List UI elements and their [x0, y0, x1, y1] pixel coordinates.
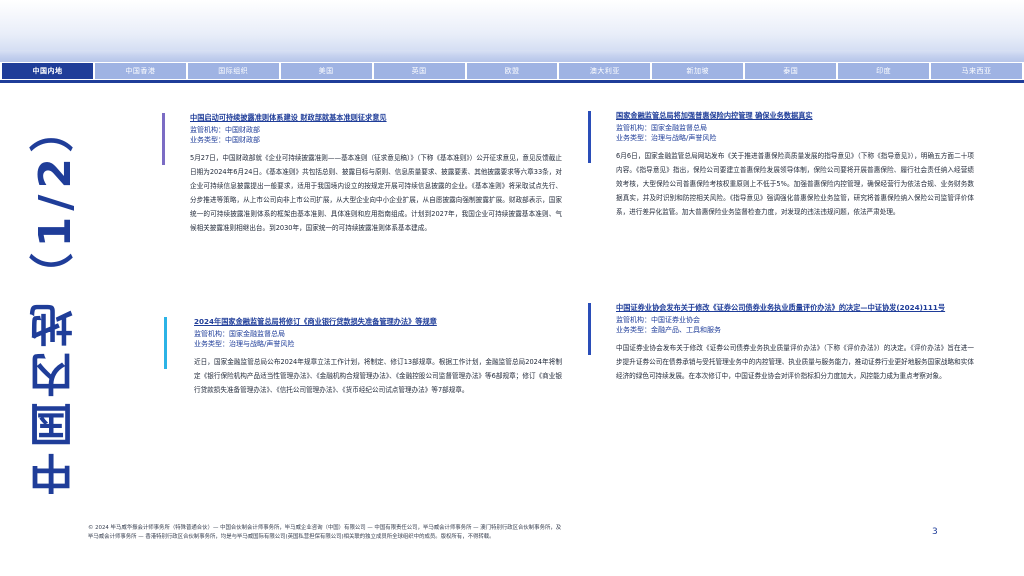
tab-eu[interactable]: 欧盟 — [466, 63, 558, 79]
section-title-text: 中国内地（1/2） — [30, 102, 81, 498]
tab-thailand[interactable]: 泰国 — [745, 63, 837, 79]
footer-line-1: © 2024 毕马威华振会计师事务所（特殊普通合伙）— 中国合伙制会计师事务所，… — [88, 525, 562, 531]
card-business-type: 业务类型：治理与战略/声誉风险 — [616, 134, 717, 142]
header-band — [0, 0, 1024, 62]
news-card-2: 国家金融监管总局将加强普惠保险内控管理 确保业务数据真实 监管机构：国家金融监督… — [588, 111, 988, 261]
section-title: 中国内地（1/2） — [16, 102, 96, 497]
tab-hong-kong[interactable]: 中国香港 — [94, 63, 186, 79]
accent-bar — [588, 303, 591, 355]
page-number: 3 — [932, 527, 938, 537]
card-body: 中国证券业协会发布关于修改《证券公司债券业务执业质量评价办法》（下称《评价办法》… — [616, 344, 974, 380]
accent-bar — [588, 111, 591, 163]
card-body: 近日，国家金融监管总局公布2024年规章立法工作计划，将制定、修订13部规章。根… — [194, 358, 562, 394]
footer: © 2024 毕马威华振会计师事务所（特殊普通合伙）— 中国合伙制会计师事务所，… — [0, 494, 1024, 576]
footer-disclaimer: © 2024 毕马威华振会计师事务所（特殊普通合伙）— 中国合伙制会计师事务所，… — [88, 524, 848, 542]
card-title[interactable]: 国家金融监管总局将加强普惠保险内控管理 确保业务数据真实 — [616, 111, 974, 121]
card-title[interactable]: 中国证券业协会发布关于修改《证券公司债券业务执业质量评价办法》的决定—中证协发(… — [616, 303, 974, 313]
card-title[interactable]: 2024年国家金融监管总局将修订《商业银行贷款损失准备管理办法》等规章 — [194, 317, 562, 327]
region-tabs: 中国内地 中国香港 国际组织 美国 英国 欧盟 澳大利亚 新加坡 泰国 印度 马… — [2, 63, 1022, 79]
header-divider — [0, 50, 1024, 51]
news-card-3: 2024年国家金融监管总局将修订《商业银行贷款损失准备管理办法》等规章 监管机构… — [164, 317, 564, 427]
card-body: 5月27日，中国财政部就《企业可持续披露准则——基本准则（征求意见稿）》（下称《… — [190, 154, 562, 232]
card-title[interactable]: 中国启动可持续披露准则体系建设 财政部就基本准则征求意见 — [190, 113, 562, 123]
tab-malaysia[interactable]: 马来西亚 — [931, 63, 1022, 79]
tab-singapore[interactable]: 新加坡 — [652, 63, 744, 79]
tab-india[interactable]: 印度 — [838, 63, 930, 79]
tab-uk[interactable]: 英国 — [373, 63, 465, 79]
tab-china-mainland[interactable]: 中国内地 — [2, 63, 93, 79]
card-business-type: 业务类型：金融产品、工具和服务 — [616, 326, 721, 334]
tab-usa[interactable]: 美国 — [280, 63, 372, 79]
footer-line-2: 毕马威会计师事务所 — 香港特别行政区合伙制事务所，均是与毕马威国际有限公司(英… — [88, 534, 495, 540]
tab-international-organizations[interactable]: 国际组织 — [187, 63, 279, 79]
accent-bar — [162, 113, 165, 165]
card-body: 6月6日，国家金融监管总局网站发布《关于推进普惠保险高质量发展的指导意见》（下称… — [616, 152, 974, 216]
news-card-1: 中国启动可持续披露准则体系建设 财政部就基本准则征求意见 监管机构：中国财政部 … — [162, 113, 562, 283]
card-regulator: 监管机构：中国证券业协会 — [616, 316, 700, 324]
card-regulator: 监管机构：国家金融监督总局 — [616, 124, 707, 132]
card-business-type: 业务类型：治理与战略/声誉风险 — [194, 340, 295, 348]
news-card-4: 中国证券业协会发布关于修改《证券公司债券业务执业质量评价办法》的决定—中证协发(… — [588, 303, 988, 433]
card-regulator: 监管机构：国家金融监督总局 — [194, 330, 285, 338]
accent-bar — [164, 317, 167, 369]
card-regulator: 监管机构：中国财政部 — [190, 126, 260, 134]
tab-australia[interactable]: 澳大利亚 — [559, 63, 651, 79]
card-business-type: 业务类型：中国财政部 — [190, 136, 260, 144]
